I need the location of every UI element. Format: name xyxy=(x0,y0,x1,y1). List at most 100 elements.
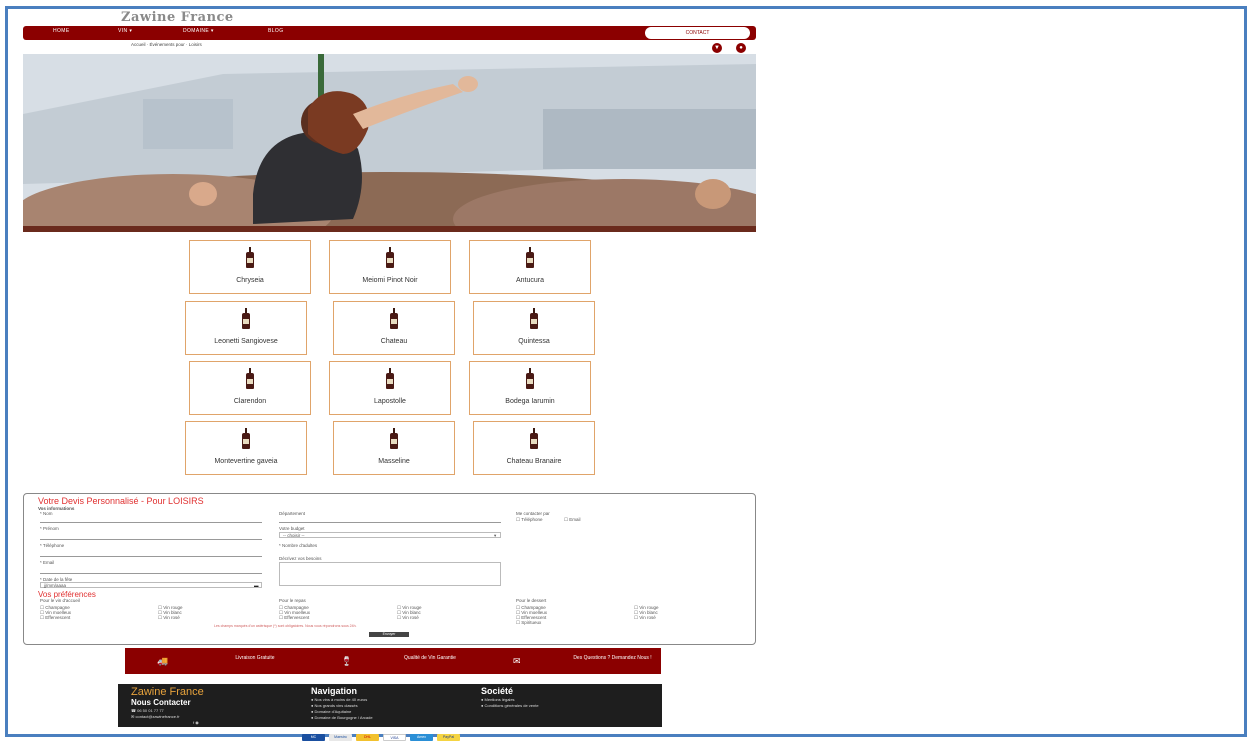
label-departement: Département xyxy=(279,511,306,516)
wine-card[interactable]: Montevertine gaveia xyxy=(185,421,307,475)
devis-title: Votre Devis Personnalisé - Pour LOISIRS xyxy=(38,496,204,506)
wine-bottle-icon xyxy=(530,308,538,329)
wine-name: Lapostolle xyxy=(374,398,406,405)
label-telephone: * Téléphone xyxy=(40,543,65,548)
pref-checkbox[interactable]: ☐ Spiritueux xyxy=(516,620,541,626)
wine-name: Masseline xyxy=(378,458,410,465)
wine-card[interactable]: Antucura xyxy=(469,240,591,294)
nav-home[interactable]: HOME xyxy=(53,28,70,34)
label-besoins: Décrivez vos besoins xyxy=(279,556,322,561)
wine-bottle-icon xyxy=(526,247,534,268)
footer-societe-item-label: Mentions légales xyxy=(484,697,515,702)
chevron-down-icon: ▾ xyxy=(494,533,497,538)
label-adultes: * Nombre d'adultes xyxy=(279,543,318,548)
prefs-group-heading: Pour le vin d'accueil xyxy=(40,598,80,603)
wine-bottle-icon xyxy=(390,308,398,329)
wine-bottle-icon xyxy=(390,428,398,449)
contact-email-checkbox[interactable]: ☐ Email xyxy=(564,517,581,523)
cart-icon[interactable]: ▼ xyxy=(712,43,722,53)
label-nom: * Nom xyxy=(40,511,53,516)
contact-telephone-checkbox[interactable]: ☐ Téléphone xyxy=(516,517,542,523)
pref-checkbox[interactable]: ☐ Effervescent xyxy=(40,615,70,621)
wine-name: Montevertine gaveia xyxy=(214,458,278,465)
wine-glass-icon: 🍷 xyxy=(341,656,353,666)
breadcrumb[interactable]: Accueil · Événements pour · Loisirs xyxy=(131,42,261,47)
features-bar: 🚚 Livraison Gratuite 🍷 Qualité de Vin Ga… xyxy=(125,648,661,674)
pref-checkbox[interactable]: ☐ Vin rosé xyxy=(397,615,419,621)
pref-checkbox[interactable]: ☐ Vin rosé xyxy=(634,615,656,621)
nav-blog[interactable]: BLOG xyxy=(268,28,284,34)
wine-card[interactable]: Chateau xyxy=(333,301,455,355)
pref-label: Effervescent xyxy=(45,615,71,620)
user-icon[interactable]: ● xyxy=(736,43,746,53)
calendar-icon[interactable]: ▬ xyxy=(254,583,259,588)
pref-label: Effervescent xyxy=(284,615,310,620)
label-contact-par: Me contacter par xyxy=(516,511,550,516)
wine-card[interactable]: Clarendon xyxy=(189,361,311,415)
site-logo[interactable]: Zawine France xyxy=(121,10,234,25)
wine-card[interactable]: Chryseia xyxy=(189,240,311,294)
pref-label: Vin rosé xyxy=(402,615,419,620)
budget-placeholder: -- choisir -- xyxy=(283,533,305,538)
nav-domaine[interactable]: DOMAINE ▾ xyxy=(183,28,214,34)
pref-label: Vin rosé xyxy=(163,615,180,620)
footer: Zawine France Nous Contacter ☎ 06 50 01 … xyxy=(118,684,662,727)
required-notice: Les champs marqués d'un astérisque (*) s… xyxy=(214,624,357,628)
date-input[interactable]: jj/mm/aaaa ▬ xyxy=(40,582,262,588)
footer-societe-heading: Société xyxy=(481,686,514,696)
wine-name: Chryseia xyxy=(236,277,264,284)
wine-card[interactable]: Masseline xyxy=(333,421,455,475)
departement-input[interactable] xyxy=(279,517,501,523)
wine-bottle-icon xyxy=(242,308,250,329)
feature-qualite: Qualité de Vin Garantie xyxy=(404,655,456,661)
besoins-textarea[interactable] xyxy=(279,562,501,586)
wine-card[interactable]: Bodega Iarumin xyxy=(469,361,591,415)
nav-vin[interactable]: VIN ▾ xyxy=(118,28,132,34)
wine-name: Leonetti Sangiovese xyxy=(214,338,278,345)
budget-select[interactable]: -- choisir -- ▾ xyxy=(279,532,501,538)
footer-nav-item[interactable]: ● Domaine d'Aquitaine xyxy=(311,709,351,714)
wine-card[interactable]: Quintessa xyxy=(473,301,595,355)
social-icons[interactable]: f ◉ xyxy=(193,720,199,725)
footer-nav-item-label: Domaine d'Aquitaine xyxy=(314,709,352,714)
footer-societe-item[interactable]: ● Mentions légales xyxy=(481,697,515,702)
footer-societe-item-label: Conditions générales de vente xyxy=(484,703,539,708)
nom-input[interactable] xyxy=(40,517,262,523)
pref-checkbox[interactable]: ☐ Vin rosé xyxy=(158,615,180,621)
wine-bottle-icon xyxy=(386,247,394,268)
pref-checkbox[interactable]: ☐ Effervescent xyxy=(279,615,309,621)
feature-questions[interactable]: Des Questions ? Demandez Nous ! xyxy=(570,655,655,661)
pref-label: Vin rosé xyxy=(639,615,656,620)
wine-bottle-icon xyxy=(246,247,254,268)
wine-name: Bodega Iarumin xyxy=(505,398,555,405)
footer-nav-heading: Navigation xyxy=(311,686,358,696)
contact-telephone-label: Téléphone xyxy=(521,517,543,522)
email-input[interactable] xyxy=(40,568,262,574)
telephone-input[interactable] xyxy=(40,551,262,557)
footer-societe-item[interactable]: ● Conditions générales de vente xyxy=(481,703,539,708)
label-budget: Votre budget xyxy=(279,526,305,531)
wine-card[interactable]: Meiomi Pinot Noir xyxy=(329,240,451,294)
prenom-input[interactable] xyxy=(40,534,262,540)
submit-button[interactable]: Envoyer xyxy=(369,632,409,637)
footer-email[interactable]: ✉ contact@zawinefrance.fr xyxy=(131,714,180,719)
wine-name: Chateau Branaire xyxy=(506,458,562,465)
wine-card[interactable]: Leonetti Sangiovese xyxy=(185,301,307,355)
wine-name: Antucura xyxy=(515,277,545,284)
footer-nav-item[interactable]: ● Nos vins à moins de 40 euros xyxy=(311,697,367,702)
feature-livraison: Livraison Gratuite xyxy=(235,655,275,661)
email-text: contact@zawinefrance.fr xyxy=(135,714,180,719)
footer-nav-item[interactable]: ● Nos grands vins classés xyxy=(311,703,358,708)
wine-card[interactable]: Lapostolle xyxy=(329,361,451,415)
payment-maestro: Maestro xyxy=(329,734,352,741)
envelope-icon: ✉ xyxy=(513,656,521,666)
footer-nav-item-label: Nos grands vins classés xyxy=(314,703,358,708)
phone-text: 06 50 01 77 77 xyxy=(137,708,164,713)
footer-nav-item[interactable]: ● Domaine de Bourgogne / Arcade xyxy=(311,715,373,720)
contact-button[interactable]: CONTACT xyxy=(645,27,750,39)
label-prenom: * Prénom xyxy=(40,526,59,531)
footer-phone[interactable]: ☎ 06 50 01 77 77 xyxy=(131,708,164,713)
date-placeholder: jj/mm/aaaa xyxy=(44,583,67,588)
wine-name: Quintessa xyxy=(518,338,550,345)
wine-card[interactable]: Chateau Branaire xyxy=(473,421,595,475)
